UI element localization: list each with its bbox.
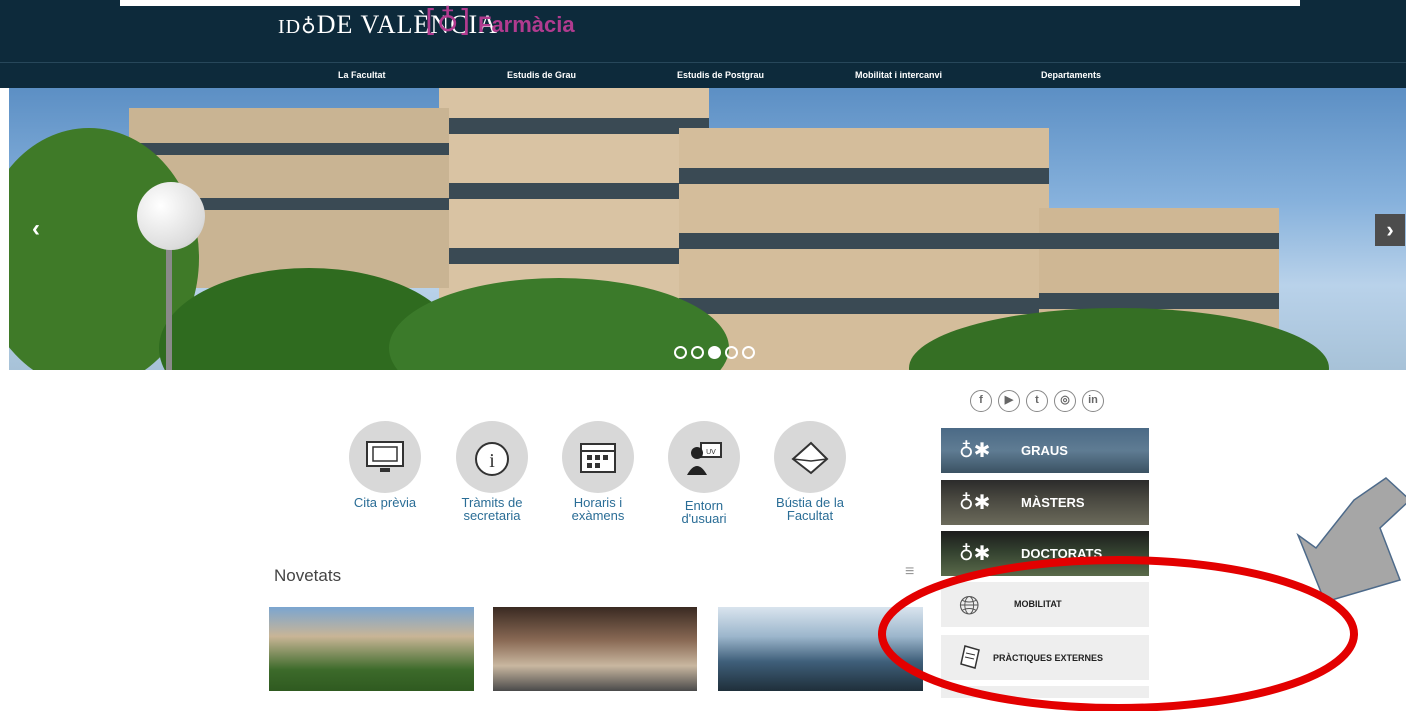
annotation-overlay (878, 477, 1406, 711)
annotation-ellipse (878, 556, 1358, 711)
annotation-arrow (1296, 477, 1406, 603)
